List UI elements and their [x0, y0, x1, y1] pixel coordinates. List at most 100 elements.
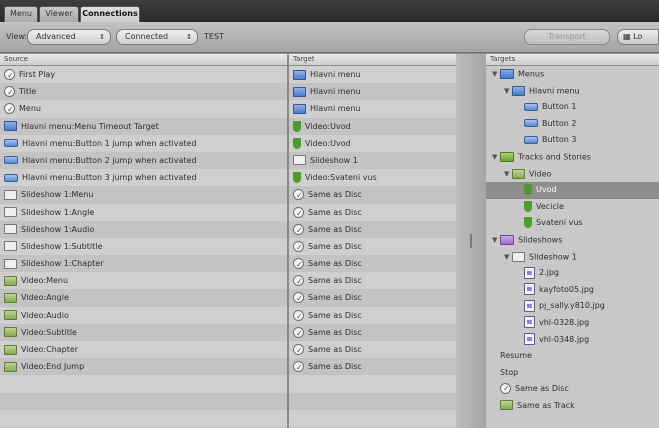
- target-row[interactable]: Video:Svateni vus: [289, 169, 456, 187]
- source-row[interactable]: Video:Chapter: [0, 341, 287, 359]
- target-header[interactable]: Target: [289, 54, 456, 66]
- source-row[interactable]: Slideshow 1:Audio: [0, 220, 287, 238]
- tree-item[interactable]: Uvod: [486, 182, 659, 199]
- source-row[interactable]: Video:Menu: [0, 272, 287, 290]
- tree-item[interactable]: Button 2: [486, 116, 659, 133]
- transport-button[interactable]: Transport: [524, 29, 610, 45]
- tree-item[interactable]: Stop: [486, 365, 659, 382]
- target-row[interactable]: Same as Disc: [289, 237, 456, 256]
- checkmark-icon: [293, 359, 304, 376]
- target-row[interactable]: Same as Disc: [289, 255, 456, 273]
- target-row[interactable]: Hlavni menu: [289, 66, 456, 84]
- target-row[interactable]: Video:Uvod: [289, 117, 456, 135]
- button-icon: [524, 102, 538, 111]
- source-row[interactable]: Hlavni menu:Button 1 jump when activated: [0, 134, 287, 152]
- splitter[interactable]: [456, 54, 486, 428]
- target-row[interactable]: Same as Disc: [289, 341, 456, 359]
- target-row[interactable]: Same as Disc: [289, 203, 456, 222]
- disclosure-triangle-icon[interactable]: ▼: [492, 66, 500, 82]
- tree-item-label: Resume: [500, 351, 533, 361]
- source-column: Source First Play Title Menu Hlavni menu:Me…: [0, 54, 287, 428]
- tree-item[interactable]: Resume: [486, 348, 659, 365]
- source-row[interactable]: Hlavni menu:Menu Timeout Target: [0, 117, 287, 135]
- toolbar-cut-button[interactable]: ▦ Lo: [617, 29, 659, 45]
- source-row[interactable]: Video:Subtitle: [0, 323, 287, 341]
- source-row[interactable]: Video:End Jump: [0, 358, 287, 376]
- tree-item[interactable]: pj_sally.y810.jpg: [486, 298, 659, 315]
- button-icon: [524, 119, 538, 128]
- tree-item[interactable]: ▼ Hlavni menu: [486, 83, 659, 100]
- tree-item[interactable]: 2.jpg: [486, 265, 659, 282]
- filter-popup[interactable]: Connected ⇕: [116, 29, 198, 45]
- tree-item[interactable]: vhl-0348.jpg: [486, 332, 659, 349]
- source-row[interactable]: Hlavni menu:Button 2 jump when activated: [0, 151, 287, 170]
- checkmark-icon: [293, 325, 304, 342]
- source-header[interactable]: Source: [0, 54, 287, 66]
- source-row[interactable]: Menu: [0, 100, 287, 118]
- tree-item[interactable]: ▼ Menus: [486, 66, 659, 83]
- checkmark-icon: [293, 256, 304, 273]
- track-icon: [293, 172, 301, 184]
- disclosure-triangle-icon[interactable]: ▼: [492, 232, 500, 248]
- source-row[interactable]: [0, 409, 287, 427]
- target-row[interactable]: Same as Disc: [289, 272, 456, 290]
- tree-item[interactable]: ▼ Tracks and Stories: [486, 149, 659, 166]
- source-row[interactable]: Slideshow 1:Angle: [0, 203, 287, 221]
- source-row-label: Slideshow 1:Subtitle: [21, 241, 103, 251]
- splitter-grip[interactable]: [470, 234, 472, 248]
- image-icon: [524, 299, 535, 312]
- tree-item[interactable]: Vecicle: [486, 199, 659, 216]
- target-row[interactable]: Hlavni menu: [289, 100, 456, 118]
- target-row[interactable]: Same as Disc: [289, 358, 456, 376]
- source-row[interactable]: Video:Audio: [0, 306, 287, 324]
- target-row[interactable]: Slideshow 1: [289, 151, 456, 170]
- track-icon: [524, 184, 532, 196]
- tree-item[interactable]: ▼ Video: [486, 166, 659, 183]
- target-row[interactable]: [289, 375, 456, 393]
- tree-item[interactable]: Same as Track: [486, 398, 659, 415]
- tree-item[interactable]: kayfoto05.jpg: [486, 282, 659, 299]
- tree-item[interactable]: Button 1: [486, 99, 659, 116]
- menu-icon: [293, 69, 306, 80]
- disclosure-triangle-icon[interactable]: ▼: [492, 149, 500, 165]
- target-row[interactable]: [289, 409, 456, 427]
- image-icon: [524, 266, 535, 279]
- tab-viewer[interactable]: Viewer: [39, 6, 79, 22]
- tab-connections[interactable]: Connections: [80, 6, 140, 22]
- targets-header: Targets: [486, 54, 659, 66]
- target-row[interactable]: [289, 392, 456, 410]
- source-list: First Play Title Menu Hlavni menu:Menu Time…: [0, 66, 287, 427]
- source-row[interactable]: Slideshow 1:Subtitle: [0, 237, 287, 256]
- view-popup[interactable]: Advanced ⇕: [27, 29, 111, 45]
- track-icon: [524, 217, 532, 229]
- source-row[interactable]: [0, 375, 287, 393]
- tree-item[interactable]: Button 3: [486, 132, 659, 149]
- disclosure-triangle-icon[interactable]: ▼: [504, 83, 512, 99]
- tree-item[interactable]: Svateni vus: [486, 215, 659, 232]
- tree-item[interactable]: Same as Disc: [486, 381, 659, 398]
- target-row[interactable]: Same as Disc: [289, 323, 456, 342]
- tree-item[interactable]: ▼ Slideshows: [486, 232, 659, 249]
- tree-item[interactable]: ▼ Slideshow 1: [486, 249, 659, 266]
- target-row[interactable]: Hlavni menu: [289, 83, 456, 101]
- disclosure-triangle-icon[interactable]: ▼: [504, 166, 512, 182]
- target-row[interactable]: Same as Disc: [289, 306, 456, 325]
- tree-item-label: Button 1: [542, 102, 577, 112]
- tab-menu[interactable]: Menu: [4, 6, 38, 22]
- source-row[interactable]: First Play: [0, 66, 287, 84]
- source-row[interactable]: [0, 392, 287, 410]
- target-row[interactable]: Same as Disc: [289, 289, 456, 307]
- target-row[interactable]: Same as Disc: [289, 220, 456, 239]
- slideshow-icon: [4, 189, 17, 200]
- disclosure-triangle-icon[interactable]: ▼: [504, 249, 512, 265]
- image-icon: [524, 333, 535, 345]
- toolbar: View: Advanced ⇕ Connected ⇕ TEST Transp…: [0, 22, 659, 53]
- source-row[interactable]: Hlavni menu:Button 3 jump when activated: [0, 169, 287, 187]
- tree-item[interactable]: vhl-0328.jpg: [486, 315, 659, 332]
- source-row[interactable]: Slideshow 1:Menu: [0, 186, 287, 204]
- target-row[interactable]: Video:Uvod: [289, 134, 456, 152]
- source-row[interactable]: Video:Angle: [0, 289, 287, 307]
- source-row[interactable]: Slideshow 1:Chapter: [0, 255, 287, 273]
- target-row[interactable]: Same as Disc: [289, 186, 456, 204]
- source-row[interactable]: Title: [0, 83, 287, 101]
